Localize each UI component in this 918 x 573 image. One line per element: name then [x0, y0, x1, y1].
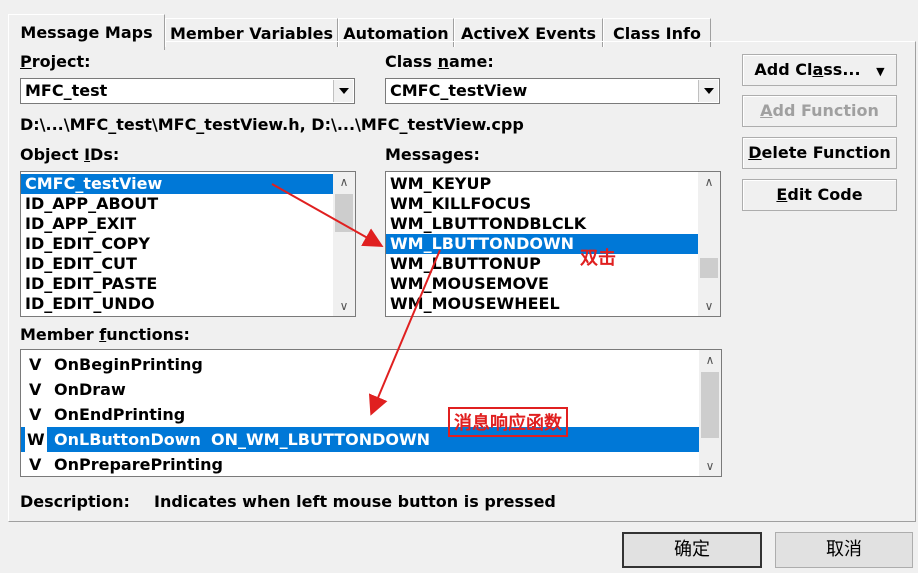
- tab-message-maps[interactable]: Message Maps: [8, 14, 165, 50]
- ok-button[interactable]: 确定: [622, 532, 762, 568]
- arrow-objectid-to-message: [271, 183, 384, 247]
- cancel-button[interactable]: 取消: [775, 532, 913, 568]
- annotation-arrows: [271, 183, 441, 416]
- handler-annotation: 消息响应函数: [448, 407, 568, 437]
- double-click-annotation: 双击: [580, 248, 616, 269]
- arrow-message-to-function: [368, 249, 441, 416]
